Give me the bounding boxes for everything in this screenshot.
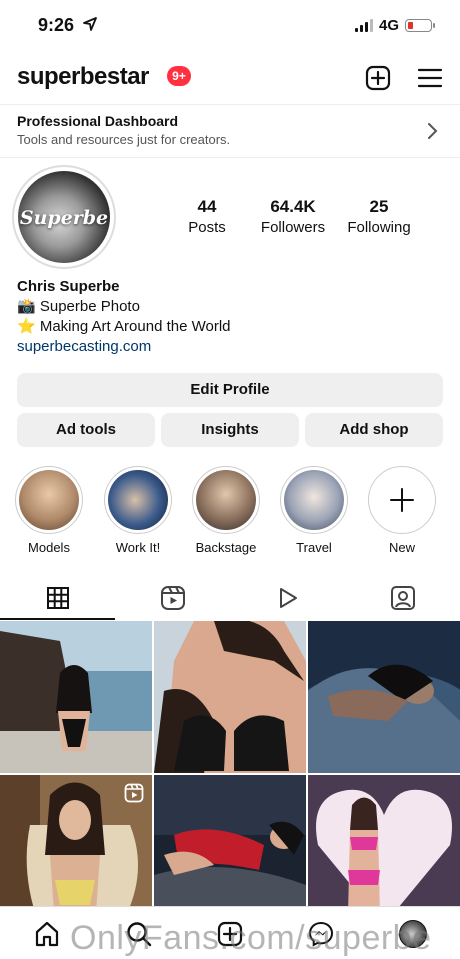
home-icon[interactable] (33, 920, 61, 948)
post-thumbnail[interactable] (0, 621, 152, 773)
status-bar: 9:26 4G (0, 0, 460, 52)
stat-value: 25 (369, 197, 389, 216)
network-type: 4G (378, 17, 399, 34)
professional-dashboard[interactable]: Professional Dashboard Tools and resourc… (0, 104, 460, 158)
tab-tagged[interactable] (345, 576, 460, 620)
stat-label: Following (347, 219, 411, 236)
bio-line: ⭐ Making Art Around the World (17, 318, 231, 335)
stat-label: Followers (260, 219, 326, 236)
highlight-cover (196, 470, 256, 530)
grid-icon (46, 587, 69, 609)
post-image (308, 775, 460, 927)
highlight-label: Models (28, 540, 70, 555)
post-thumbnail[interactable] (0, 775, 152, 927)
profile-name: Chris Superbe (17, 278, 120, 295)
create-post-icon[interactable] (364, 64, 392, 92)
add-shop-button[interactable]: Add shop (305, 413, 443, 447)
stat-value: 64.4K (270, 197, 316, 216)
post-image (0, 621, 152, 773)
highlight-label: New (388, 540, 415, 555)
post-thumbnail[interactable] (308, 775, 460, 927)
dashboard-subtitle: Tools and resources just for creators. (17, 132, 231, 147)
ad-tools-button[interactable]: Ad tools (17, 413, 155, 447)
edit-profile-button[interactable]: Edit Profile (17, 373, 443, 407)
highlight-label: Travel (296, 540, 332, 555)
avatar-logo: Superbe (19, 207, 109, 229)
username-title[interactable]: superbestar (17, 63, 149, 91)
profile-header: superbestar 9+ (0, 58, 460, 98)
post-image (308, 621, 460, 773)
highlight-label: Backstage (195, 540, 257, 555)
avatar-image: Superbe (18, 171, 110, 263)
highlight-cover (284, 470, 344, 530)
bio-link[interactable]: superbecasting.com (17, 337, 437, 357)
tab-reels[interactable] (115, 576, 230, 620)
stat-followers[interactable]: 64.4K Followers (248, 197, 338, 236)
active-tab-indicator (0, 618, 115, 620)
highlight-models[interactable]: Models (9, 466, 89, 555)
signal-icon (354, 19, 373, 32)
post-image (154, 775, 306, 927)
profile-tabs (0, 576, 460, 620)
highlight-travel[interactable]: Travel (274, 466, 354, 555)
highlight-backstage[interactable]: Backstage (186, 466, 266, 555)
chevron-right-icon (428, 123, 438, 139)
video-play-icon (279, 588, 297, 608)
story-highlights: Models Work It! Backstage Travel New (0, 466, 460, 556)
dashboard-title: Professional Dashboard (17, 113, 179, 129)
post-thumbnail[interactable] (154, 621, 306, 773)
watermark-text: OnlyFans.com/superbe (70, 919, 432, 957)
highlight-new[interactable]: New (362, 466, 442, 555)
post-image (154, 621, 306, 773)
reel-indicator-icon (124, 783, 144, 803)
highlight-cover (108, 470, 168, 530)
tab-grid[interactable] (0, 576, 115, 620)
post-thumbnail[interactable] (154, 775, 306, 927)
notification-badge[interactable]: 9+ (167, 66, 191, 86)
tagged-person-icon (390, 586, 415, 610)
insights-button[interactable]: Insights (161, 413, 299, 447)
plus-icon (390, 488, 414, 512)
stat-label: Posts (188, 219, 226, 236)
menu-icon[interactable] (416, 64, 444, 92)
stat-value: 44 (197, 197, 217, 216)
location-arrow-icon (83, 17, 97, 31)
profile-bio: Chris Superbe 📸 Superbe Photo ⭐ Making A… (17, 277, 437, 357)
status-time: 9:26 (38, 15, 75, 35)
bio-line: 📸 Superbe Photo (17, 298, 140, 315)
highlight-work-it[interactable]: Work It! (98, 466, 178, 555)
highlight-cover (19, 470, 79, 530)
highlight-label: Work It! (115, 540, 161, 555)
tab-videos[interactable] (230, 576, 345, 620)
stat-posts[interactable]: 44 Posts (162, 197, 252, 236)
post-thumbnail[interactable] (308, 621, 460, 773)
profile-avatar[interactable]: Superbe (12, 165, 116, 269)
stat-following[interactable]: 25 Following (334, 197, 424, 236)
battery-icon (405, 19, 435, 32)
reels-icon (160, 586, 185, 610)
